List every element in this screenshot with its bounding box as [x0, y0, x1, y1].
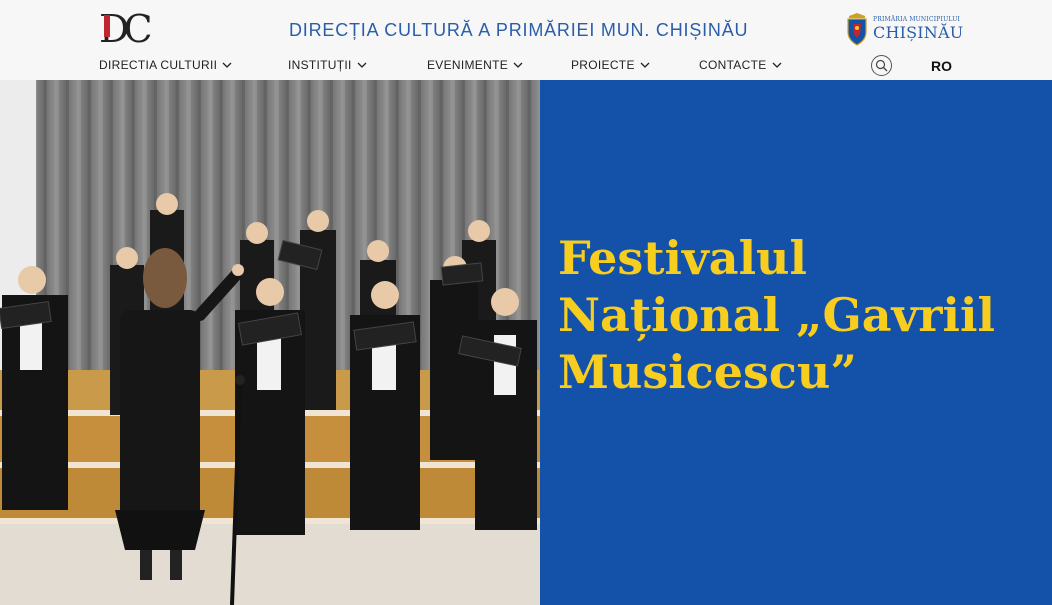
chevron-down-icon: [772, 62, 781, 68]
chevron-down-icon: [513, 62, 523, 68]
chevron-down-icon: [222, 62, 232, 68]
chevron-down-icon: [640, 62, 650, 68]
choir-photo: [0, 80, 540, 605]
nav-item-contacte[interactable]: CONTACTE: [699, 58, 782, 72]
logo-accent: [104, 15, 110, 37]
main-nav: DIRECTIA CULTURII INSTITUȚII EVENIMENTE …: [0, 58, 1052, 76]
search-icon: [875, 59, 888, 72]
search-button[interactable]: [871, 55, 892, 76]
nav-item-evenimente[interactable]: EVENIMENTE: [427, 58, 523, 72]
nav-item-directia-culturii[interactable]: DIRECTIA CULTURII: [99, 58, 232, 72]
city-logo-name: CHIȘINĂU: [873, 23, 964, 42]
nav-item-label: EVENIMENTE: [427, 58, 509, 72]
hero-panel: Festivalul Național „Gavriil Musicescu”: [540, 80, 1052, 605]
coat-of-arms-icon: [847, 13, 867, 46]
nav-item-proiecte[interactable]: PROIECTE: [571, 58, 650, 72]
nav-item-label: CONTACTE: [699, 58, 767, 72]
language-switch[interactable]: RO: [931, 58, 952, 74]
chevron-down-icon: [357, 62, 367, 68]
nav-item-label: DIRECTIA CULTURII: [99, 58, 218, 72]
site-title[interactable]: DIRECȚIA CULTURĂ A PRIMĂRIEI MUN. CHIȘIN…: [289, 20, 748, 41]
site-header: DC DIRECȚIA CULTURĂ A PRIMĂRIEI MUN. CHI…: [0, 0, 1052, 80]
nav-item-label: PROIECTE: [571, 58, 635, 72]
nav-item-label: INSTITUȚII: [288, 58, 352, 72]
city-hall-logo[interactable]: PRIMĂRIA MUNICIPIULUI CHIȘINĂU: [845, 10, 963, 48]
hero-image: [0, 80, 540, 605]
hero-title[interactable]: Festivalul Național „Gavriil Musicescu”: [558, 230, 1038, 401]
nav-item-institutii[interactable]: INSTITUȚII: [288, 58, 367, 72]
dc-logo[interactable]: DC: [99, 6, 165, 52]
